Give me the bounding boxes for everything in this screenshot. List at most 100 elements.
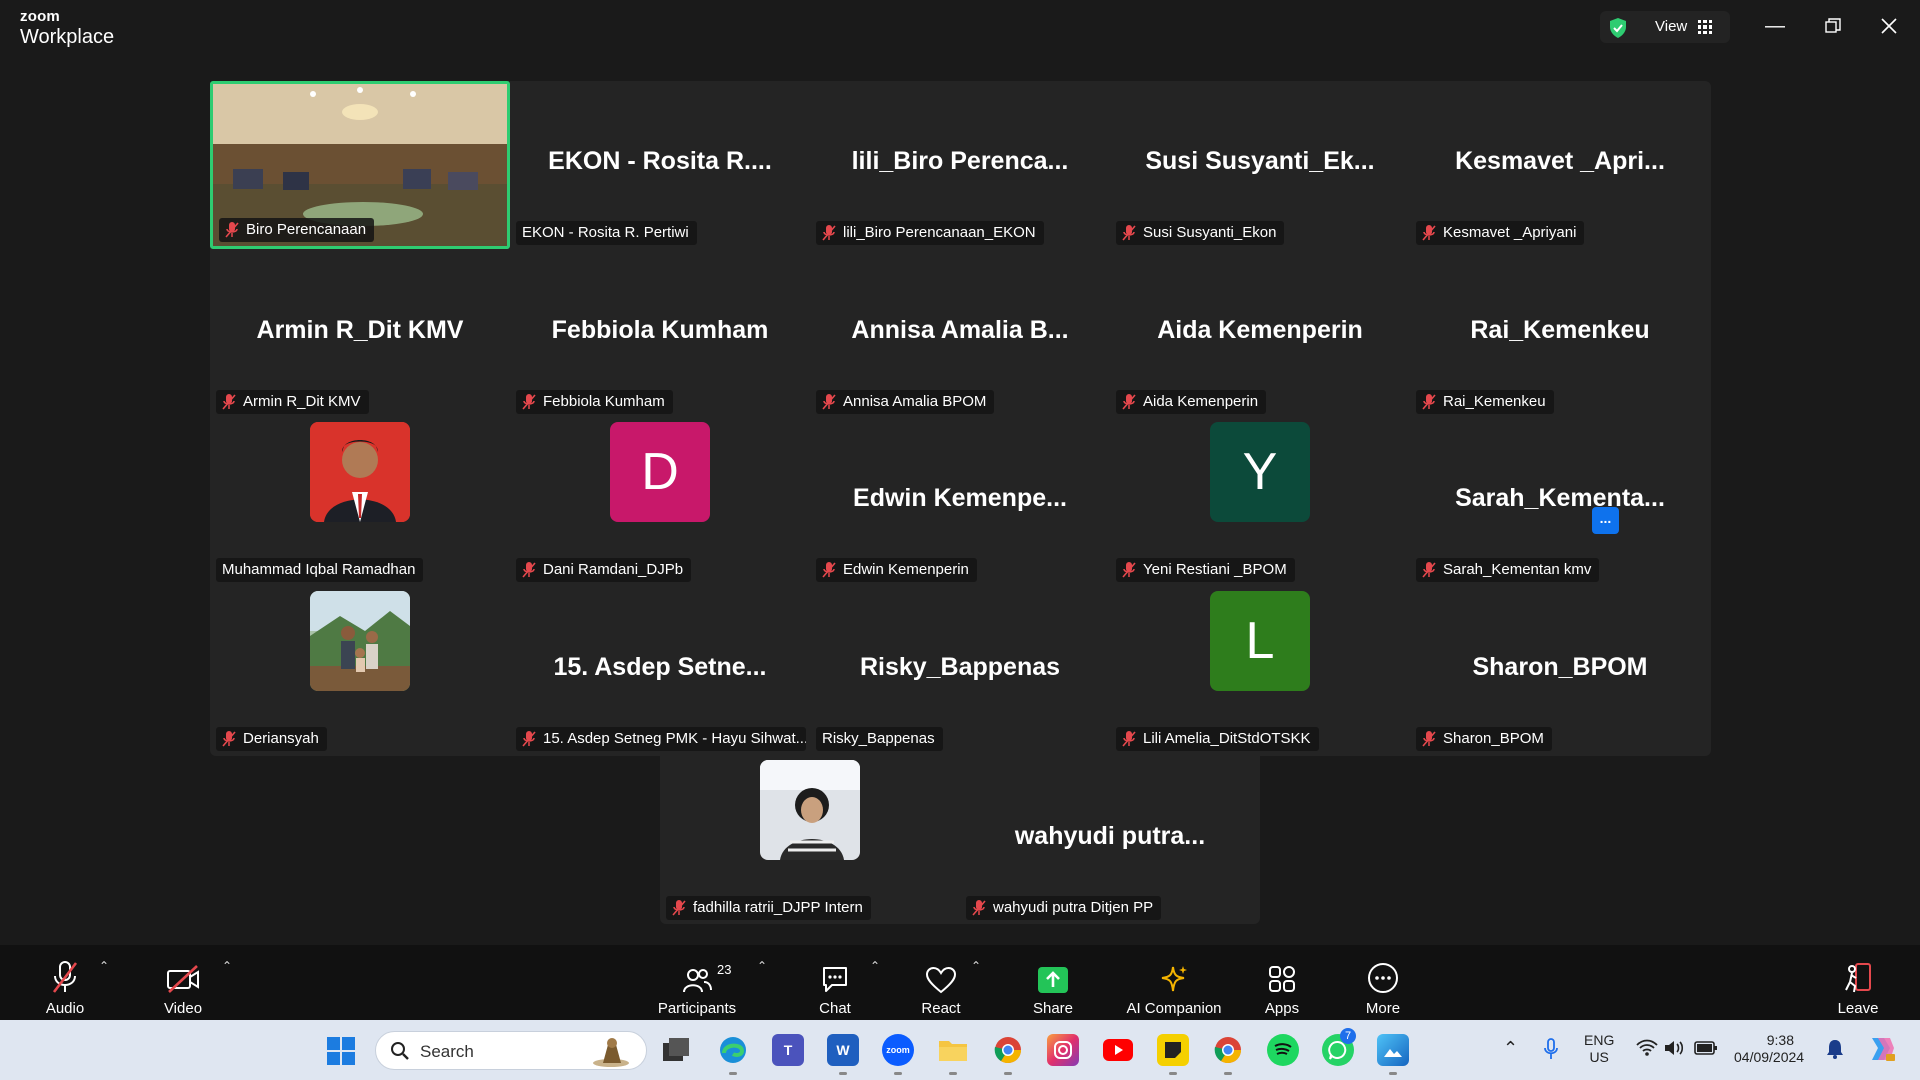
participant-tile[interactable]: Armin R_Dit KMV Armin R_Dit KMV (210, 250, 510, 418)
chrome-icon[interactable] (992, 1034, 1024, 1075)
share-button[interactable]: Share (1028, 945, 1078, 1020)
apps-button[interactable]: Apps (1257, 945, 1307, 1020)
participant-tile[interactable]: 15. Asdep Setne... 15. Asdep Setneg PMK … (510, 587, 810, 755)
participant-tile[interactable]: Rai_Kemenkeu Rai_Kemenkeu (1410, 250, 1710, 418)
more-button[interactable]: More (1358, 945, 1408, 1020)
word-icon[interactable]: W (827, 1034, 859, 1075)
participant-tile[interactable]: Risky_Bappenas Risky_Bappenas (810, 587, 1110, 755)
react-options-chevron-icon[interactable]: ⌃ (971, 959, 981, 973)
leave-button[interactable]: Leave (1833, 945, 1883, 1020)
participant-tile[interactable]: L Lili Amelia_DitStdOTSKK (1110, 587, 1410, 755)
view-button[interactable]: View (1600, 11, 1730, 43)
share-label: Share (1032, 1000, 1074, 1017)
participant-tile[interactable]: Edwin Kemenpe... Edwin Kemenperin (810, 418, 1110, 586)
participant-tile[interactable]: Muhammad Iqbal Ramadhan (210, 418, 510, 586)
participant-tile[interactable]: Deriansyah (210, 587, 510, 755)
participant-tile[interactable]: Annisa Amalia B... Annisa Amalia BPOM (810, 250, 1110, 418)
mic-muted-icon (522, 394, 536, 410)
video-button[interactable]: Video (158, 945, 208, 1020)
encryption-shield-icon[interactable] (1608, 17, 1628, 39)
participant-tile[interactable]: D Dani Ramdani_DJPb (510, 418, 810, 586)
participant-tile[interactable]: fadhilla ratrii_DJPP Intern (660, 756, 960, 924)
zoom-app-icon[interactable]: zoom (882, 1034, 914, 1075)
teams-icon[interactable]: T (772, 1034, 804, 1066)
show-hidden-icons-chevron-icon[interactable]: ⌃ (1503, 1038, 1518, 1059)
mic-muted-icon (52, 961, 78, 993)
participant-name-label: Yeni Restiani _BPOM (1116, 558, 1295, 582)
video-label: Video (163, 1000, 203, 1017)
participant-display-name: Rai_Kemenkeu (1470, 316, 1650, 344)
leave-label: Leave (1837, 1000, 1879, 1017)
mic-muted-icon (1122, 225, 1136, 241)
participant-display-name: lili_Biro Perenca... (851, 147, 1069, 175)
mic-muted-icon (1122, 562, 1136, 578)
participant-display-name: Kesmavet _Apri... (1455, 147, 1665, 175)
participant-name-label: Sharon_BPOM (1416, 727, 1552, 751)
participant-tile[interactable]: Sharon_BPOM Sharon_BPOM (1410, 587, 1710, 755)
task-view-icon[interactable] (660, 1034, 692, 1066)
participant-display-name: 15. Asdep Setne... (553, 653, 767, 681)
video-options-chevron-icon[interactable]: ⌃ (222, 959, 232, 973)
copilot-icon[interactable] (1866, 1034, 1896, 1064)
audio-button[interactable]: Audio (40, 945, 90, 1020)
participant-name-label: Rai_Kemenkeu (1416, 390, 1554, 414)
view-label: View (1655, 18, 1688, 35)
instagram-icon[interactable] (1047, 1034, 1079, 1066)
photos-icon[interactable] (1377, 1034, 1409, 1075)
participant-tile[interactable]: Febbiola Kumham Febbiola Kumham (510, 250, 810, 418)
audio-options-chevron-icon[interactable]: ⌃ (99, 959, 109, 973)
participant-tile[interactable]: Susi Susyanti_Ek... Susi Susyanti_Ekon (1110, 81, 1410, 249)
participant-name-label: Aida Kemenperin (1116, 390, 1267, 414)
participant-tile[interactable]: wahyudi putra... wahyudi putra Ditjen PP (960, 756, 1260, 924)
participants-options-chevron-icon[interactable]: ⌃ (757, 959, 767, 973)
mic-muted-icon (222, 394, 236, 410)
participant-photo (310, 591, 410, 691)
mic-muted-icon (225, 222, 239, 238)
volume-icon[interactable] (1664, 1039, 1686, 1057)
clock-time: 9:38 (1766, 1032, 1794, 1048)
participant-initial-avatar: Y (1210, 422, 1310, 522)
edge-icon[interactable] (717, 1034, 749, 1075)
language-indicator[interactable]: ENG US (1584, 1032, 1614, 1066)
notification-bell-icon[interactable] (1826, 1039, 1844, 1059)
react-button[interactable]: React (916, 945, 966, 1020)
participant-tile[interactable]: Kesmavet _Apri... Kesmavet _Apriyani (1410, 81, 1710, 249)
spotify-icon[interactable] (1267, 1034, 1299, 1066)
chat-options-chevron-icon[interactable]: ⌃ (870, 959, 880, 973)
leave-icon (1845, 963, 1871, 993)
participant-tile[interactable]: Biro Perencanaan (210, 81, 510, 249)
sticky-notes-icon[interactable] (1157, 1034, 1189, 1075)
mic-muted-icon (1422, 562, 1436, 578)
battery-icon[interactable] (1694, 1040, 1718, 1056)
participant-name-label: 15. Asdep Setneg PMK - Hayu Sihwat... (516, 727, 806, 751)
participant-tile[interactable]: lili_Biro Perenca... lili_Biro Perencana… (810, 81, 1110, 249)
microphone-in-use-icon[interactable] (1544, 1038, 1558, 1060)
restore-icon[interactable] (1815, 10, 1851, 42)
participant-name-label: Biro Perencanaan (219, 218, 375, 242)
clock[interactable]: 9:38 04/09/2024 (1734, 1032, 1805, 1066)
participants-button[interactable]: Participants (652, 945, 742, 1020)
close-icon[interactable] (1871, 10, 1907, 42)
apps-icon (1269, 966, 1295, 992)
video-gallery: Biro Perencanaan EKON - Rosita R.... EKO… (210, 81, 1711, 756)
windows-start-icon[interactable] (326, 1036, 356, 1066)
chrome-profile-icon[interactable] (1212, 1034, 1244, 1075)
video-off-icon (167, 965, 199, 993)
ai-companion-button[interactable]: AI Companion (1120, 945, 1228, 1020)
ai-companion-label: AI Companion (1126, 1000, 1222, 1017)
minimize-icon[interactable]: — (1757, 10, 1793, 42)
mic-muted-icon (822, 225, 836, 241)
taskbar-search-box[interactable]: Search (375, 1031, 647, 1070)
chat-button[interactable]: Chat (810, 945, 860, 1020)
participant-display-name: Febbiola Kumham (551, 316, 769, 344)
participant-display-name: Susi Susyanti_Ek... (1145, 147, 1375, 175)
file-explorer-icon[interactable] (937, 1034, 969, 1075)
participant-tile[interactable]: Y Yeni Restiani _BPOM (1110, 418, 1410, 586)
youtube-icon[interactable] (1102, 1034, 1134, 1066)
wifi-icon[interactable] (1636, 1039, 1658, 1057)
participant-tile[interactable]: Aida Kemenperin Aida Kemenperin (1110, 250, 1410, 418)
participant-name-label: lili_Biro Perencanaan_EKON (816, 221, 1044, 245)
participant-tile[interactable]: Sarah_Kementa... Sarah_Kementan kmv (1410, 418, 1710, 586)
clock-date: 04/09/2024 (1734, 1049, 1805, 1065)
participant-tile[interactable]: EKON - Rosita R.... EKON - Rosita R. Per… (510, 81, 810, 249)
